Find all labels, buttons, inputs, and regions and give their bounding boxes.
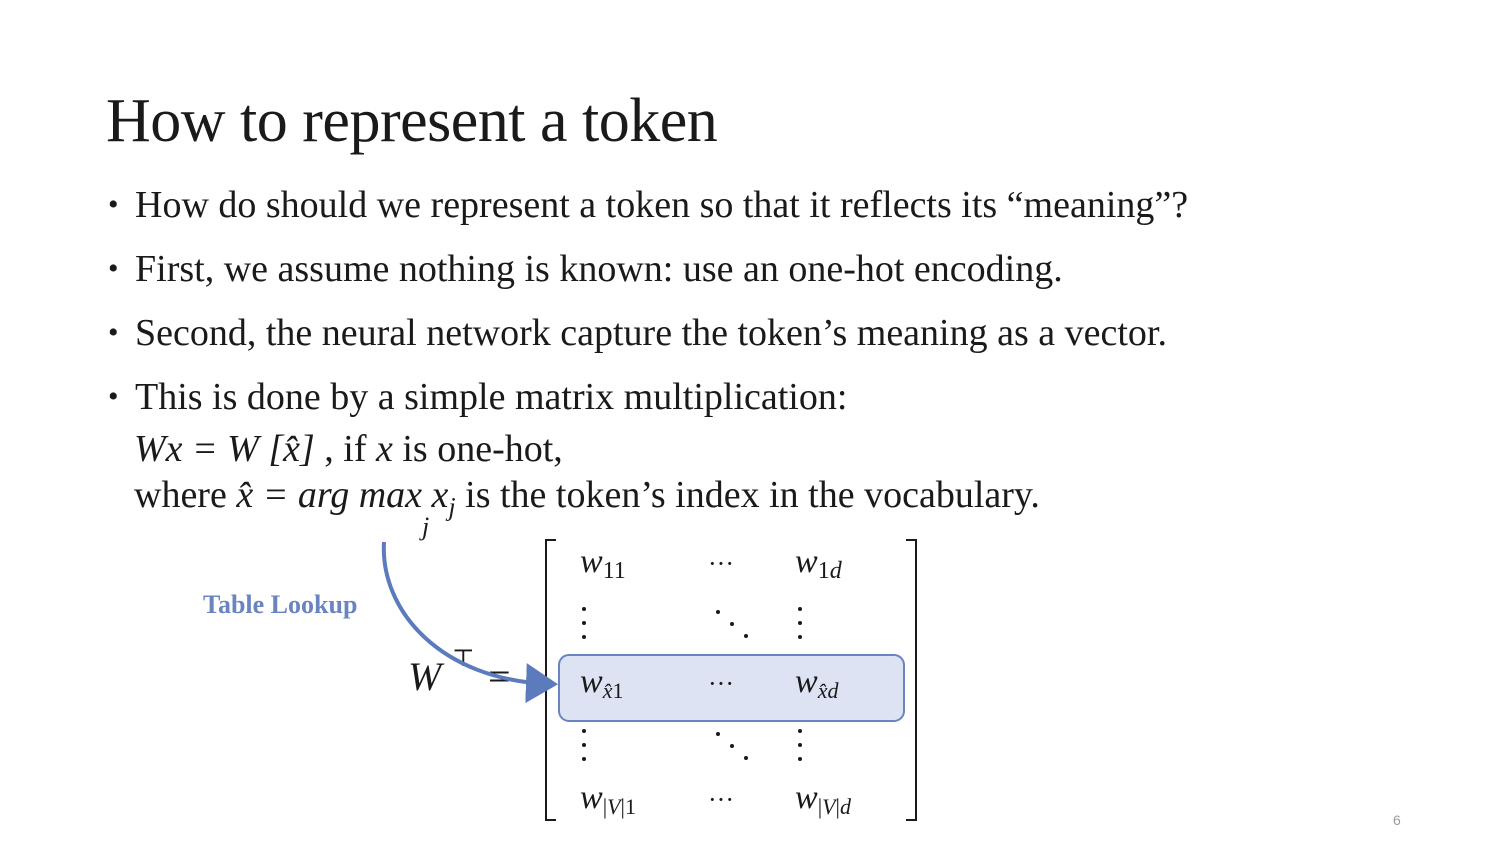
matrix-cell-w1d: w1d xyxy=(795,543,843,584)
matrix-cell-wV1: w|V|1 xyxy=(580,779,636,819)
matrix-hdots: ··· xyxy=(708,549,734,578)
slide-page-number: 6 xyxy=(1393,812,1401,828)
matrix-cell-w11: w11 xyxy=(580,543,626,584)
matrix-vdots-row4 xyxy=(582,729,802,761)
matrix-vdots-row2 xyxy=(582,607,802,639)
left-bracket xyxy=(545,539,556,821)
right-bracket xyxy=(906,539,917,821)
matrix-hdots: ··· xyxy=(708,669,734,698)
matrix-lhs: W xyxy=(408,654,445,699)
matrix-cell-wVd: w|V|d xyxy=(795,779,852,819)
matrix-diagram: W ⊤ = w11 ··· w1d wx̂1 ··· wx̂d w|V|1 ··… xyxy=(381,539,917,821)
matrix-hdots: ··· xyxy=(708,785,734,814)
